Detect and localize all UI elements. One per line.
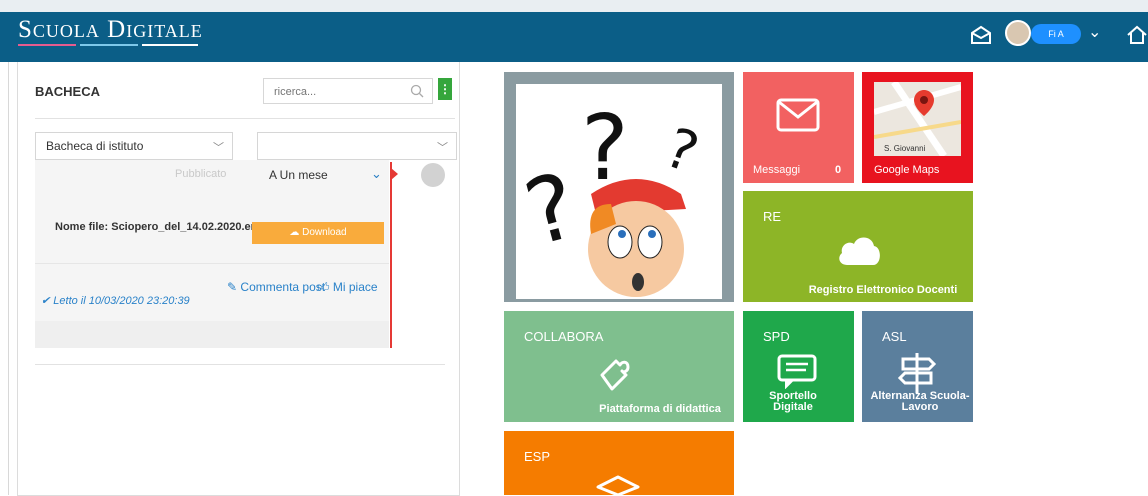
- esp-tile[interactable]: ESP: [504, 431, 734, 495]
- user-avatar[interactable]: [1005, 20, 1031, 46]
- collabora-tile[interactable]: COLLABORA Piattaforma di didattica: [504, 311, 734, 422]
- comment-label: Commenta post: [240, 280, 326, 294]
- collabora-label: Piattaforma di didattica: [599, 403, 721, 415]
- like-label: Mi piace: [332, 280, 378, 294]
- post-footer: [35, 321, 389, 348]
- esp-code: ESP: [524, 449, 551, 464]
- chat-icon: [777, 354, 817, 389]
- download-button[interactable]: ☁ Download: [252, 222, 384, 244]
- collabora-code: COLLABORA: [524, 329, 604, 344]
- chevron-down-icon: ﹀: [213, 142, 224, 154]
- asl-code: ASL: [882, 329, 907, 344]
- left-divider: [8, 62, 9, 495]
- top-bar: Scuola Digitale Fi A ⌄: [0, 0, 1148, 62]
- check-icon: ✔: [41, 295, 51, 307]
- divider: [35, 118, 455, 119]
- spd-code: SPD: [763, 329, 790, 344]
- brand-underline: [18, 44, 198, 47]
- thumbs-up-icon: 👍︎: [317, 280, 330, 294]
- download-label: Download: [302, 227, 347, 238]
- filter-select[interactable]: ﹀: [257, 132, 457, 160]
- divider: [35, 263, 389, 264]
- board-select-value: Bacheca di istituto: [46, 139, 144, 153]
- post-age: A Un mese: [269, 168, 328, 182]
- search-icon[interactable]: [410, 84, 424, 98]
- spd-tile[interactable]: SPD Sportello Digitale: [743, 311, 854, 422]
- messaggi-label: Messaggi: [753, 164, 801, 176]
- svg-text:?: ?: [516, 153, 588, 267]
- search-input[interactable]: [272, 80, 406, 104]
- messaggi-count: 0: [835, 164, 842, 176]
- bacheca-panel: BACHECA ⋮ Bacheca di istituto ﹀ ﹀ Pubbli…: [17, 62, 460, 496]
- chevron-down-icon: ﹀: [437, 142, 448, 154]
- chevron-down-icon[interactable]: ⌄: [1088, 22, 1101, 42]
- more-menu-button[interactable]: ⋮: [438, 78, 452, 100]
- map-thumbnail: S. Giovanni: [873, 80, 962, 158]
- brand-logo[interactable]: Scuola Digitale: [18, 16, 203, 44]
- graduation-cap-icon: [596, 475, 640, 495]
- panel-title: BACHECA: [35, 84, 100, 99]
- like-link[interactable]: 👍︎ Mi piace: [317, 280, 378, 295]
- svg-text:?: ?: [657, 115, 706, 185]
- attachment-filename: Nome file: Sciopero_del_14.02.2020.eml: [55, 221, 264, 233]
- cloud-download-icon: ☁: [289, 227, 300, 238]
- messaggi-tile[interactable]: Messaggi 0: [743, 72, 854, 183]
- cloud-icon: [839, 237, 880, 265]
- asl-tile[interactable]: ASL Alternanza Scuola-Lavoro: [862, 311, 973, 422]
- envelope-icon: [776, 98, 820, 132]
- timeline-line: [390, 162, 392, 348]
- cartoon-question-image: ? ? ?: [515, 84, 722, 299]
- asl-label: Alternanza Scuola-Lavoro: [870, 390, 970, 413]
- spd-label: Sportello Digitale: [769, 390, 817, 413]
- re-label: Registro Elettronico Docenti: [808, 284, 958, 296]
- chevron-down-icon[interactable]: ⌄: [371, 166, 382, 182]
- comment-post-link[interactable]: ✎ Commenta post: [227, 280, 325, 294]
- puzzle-icon: [600, 359, 630, 391]
- edit-icon: ✎: [227, 280, 238, 294]
- google-maps-tile[interactable]: S. Giovanni Google Maps: [862, 72, 973, 183]
- re-code: RE: [763, 209, 782, 224]
- maps-label: Google Maps: [874, 164, 940, 176]
- flag-marker-icon: [391, 168, 398, 180]
- post-meta-faded: Pubblicato: [175, 168, 227, 180]
- divider: [35, 364, 445, 365]
- author-avatar: [421, 163, 445, 187]
- map-place-label: S. Giovanni: [884, 144, 926, 153]
- signpost-icon: [897, 353, 937, 393]
- post-card: Pubblicato A Un mese ⌄ Nome file: Sciope…: [35, 160, 398, 348]
- user-name[interactable]: Fi A: [1031, 24, 1081, 44]
- home-icon[interactable]: [1124, 22, 1148, 48]
- re-tile[interactable]: RE Registro Elettronico Docenti: [743, 191, 973, 302]
- mail-open-icon[interactable]: [968, 22, 994, 48]
- search-box[interactable]: [263, 78, 433, 104]
- question-image-tile[interactable]: ? ? ?: [504, 72, 734, 302]
- read-status: ✔ Letto il 10/03/2020 23:20:39: [41, 294, 190, 307]
- read-timestamp: Letto il 10/03/2020 23:20:39: [53, 295, 190, 307]
- browser-strip: [0, 0, 1148, 12]
- board-select[interactable]: Bacheca di istituto ﹀: [35, 132, 233, 160]
